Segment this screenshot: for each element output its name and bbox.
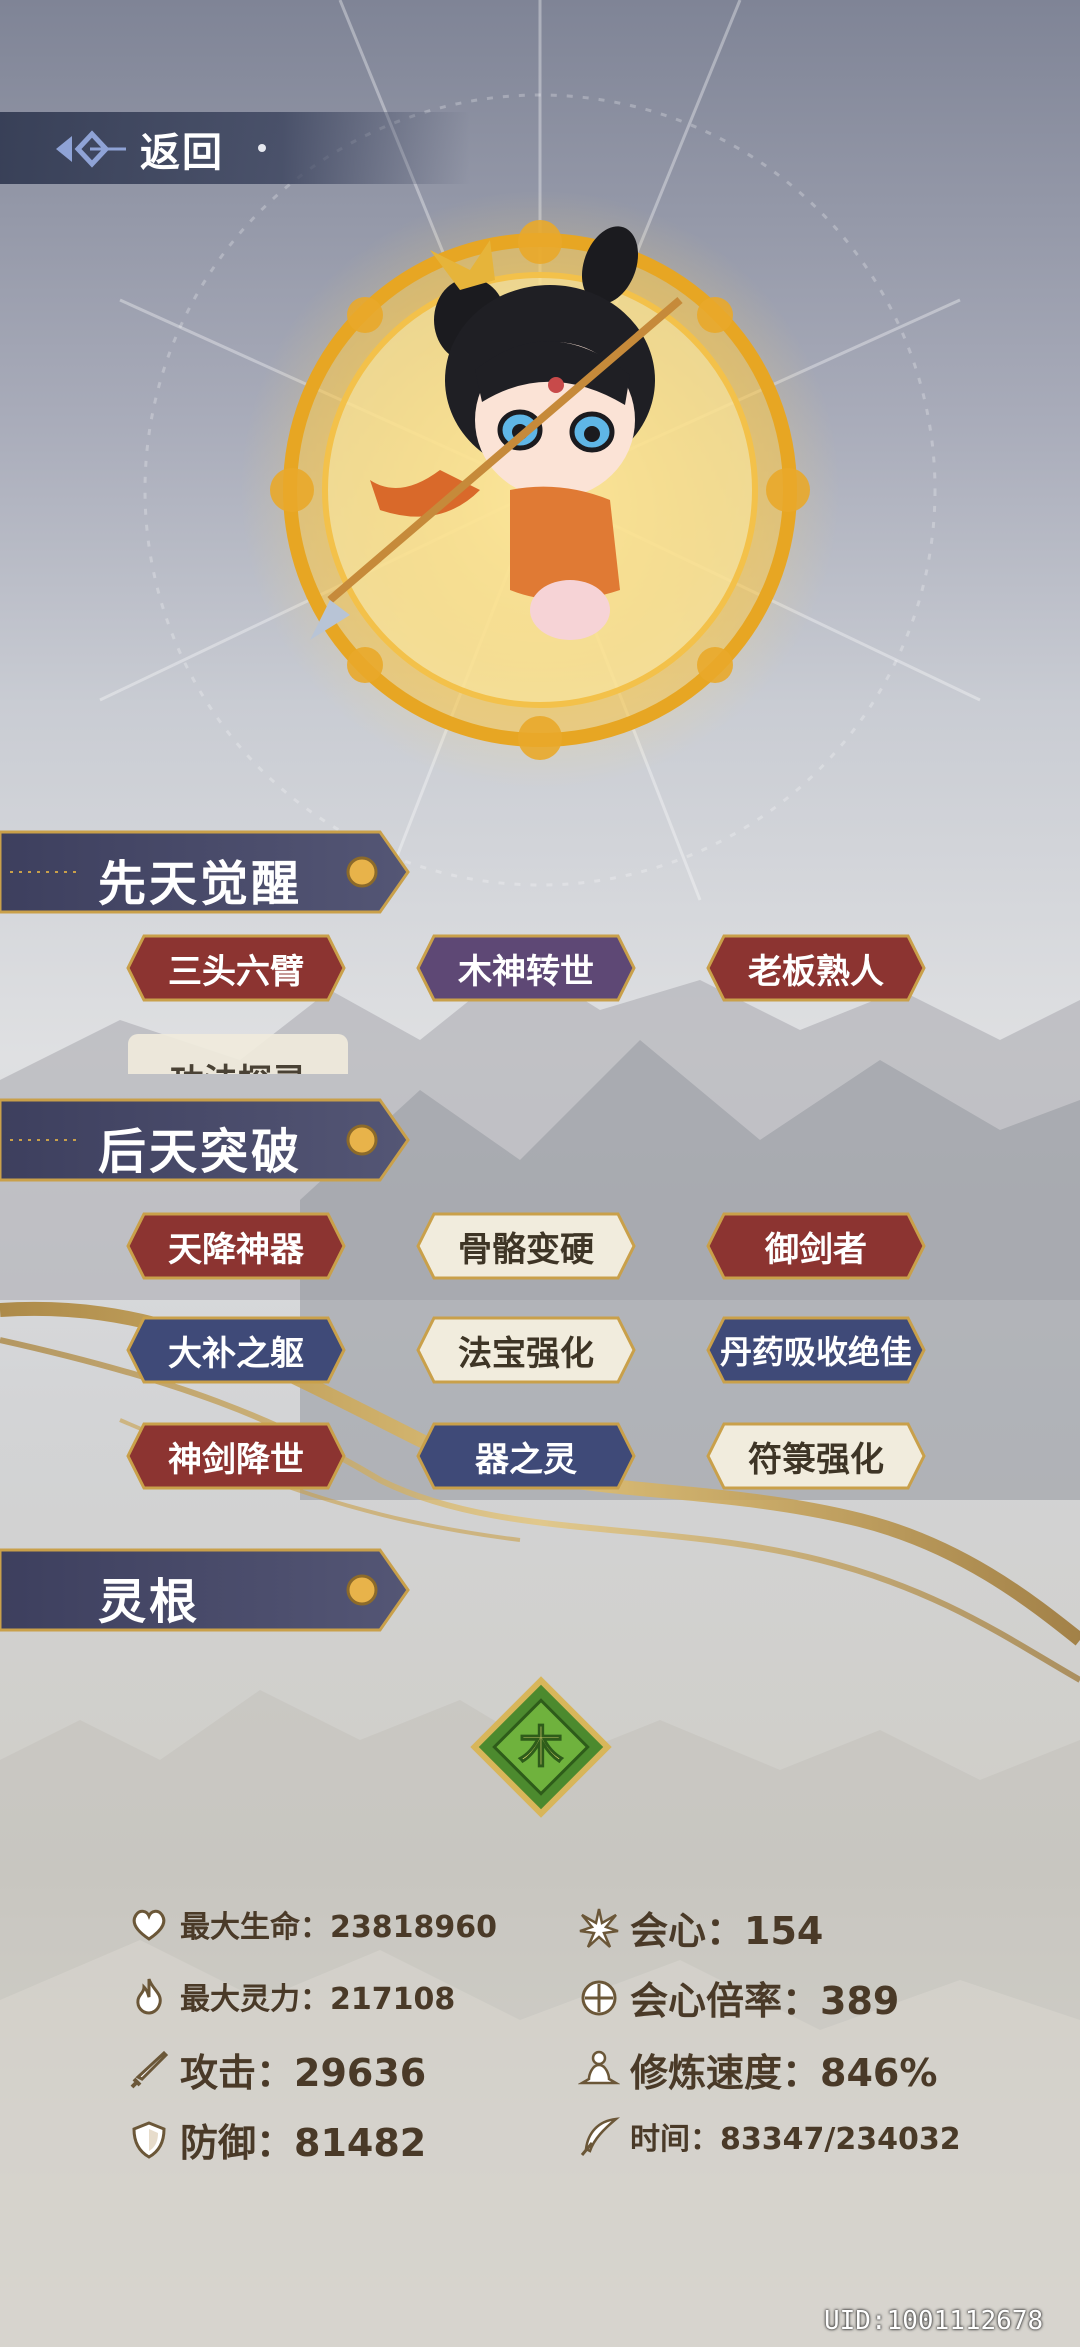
section-title: 后天突破 [98,1124,303,1180]
back-diamond-icon[interactable] [50,124,130,174]
feather-icon [580,2117,620,2156]
wood-element-badge[interactable]: 木 [470,1676,612,1818]
section-title: 先天觉醒 [98,856,303,912]
element-char: 木 [519,1722,563,1773]
shield-icon [132,2120,166,2159]
stat-crit-multiplier: 会心倍率：389 [578,1970,899,2025]
tag-label: 器之灵 [475,1439,577,1480]
tag-label: 三头六臂 [168,951,304,992]
section-banner-bg [0,1548,410,1632]
separator-dot [258,144,266,152]
tag-innate-2[interactable]: 木神转世 [410,932,642,1004]
stat-time: 时间：83347/234032 [578,2114,961,2158]
crit-rate-icon [581,1980,617,2015]
uid-label: UID:1001112678 [824,2306,1044,2336]
tag-label: 法宝强化 [458,1333,594,1374]
tag-acquired-2[interactable]: 骨骼变硬 [410,1210,642,1282]
flame-icon [136,1978,162,2015]
tag-acquired-5[interactable]: 法宝强化 [410,1314,642,1386]
sword-icon [130,2050,169,2088]
tag-acquired-7[interactable]: 神剑降世 [120,1420,352,1492]
tag-label: 神剑降世 [168,1439,304,1480]
tag-label: 老板熟人 [748,951,884,992]
tag-acquired-1[interactable]: 天降神器 [120,1210,352,1282]
stat-max-hp: 最大生命：23818960 [128,1902,497,1946]
stat-cultivation-speed: 修炼速度：846% [578,2042,937,2097]
tag-label: 御剑者 [765,1229,867,1270]
stat-attack: 攻击：29636 [128,2042,426,2097]
tag-label: 功法探灵 [128,1054,348,1074]
burst-icon [579,1908,619,1948]
tag-innate-1[interactable]: 三头六臂 [120,932,352,1004]
heart-icon [132,1909,166,1941]
section-header-spirit-root: 灵根 [0,1544,412,1636]
stat-max-mana: 最大灵力：217108 [128,1974,455,2018]
character-portrait [240,190,840,790]
tag-acquired-3[interactable]: 御剑者 [700,1210,932,1282]
tag-label: 木神转世 [458,951,594,992]
section-header-acquired: 后天突破 [0,1094,412,1186]
tag-acquired-9[interactable]: 符箓强化 [700,1420,932,1492]
tag-innate-4-partial[interactable]: 功法探灵 [128,1034,348,1074]
tag-label: 大补之躯 [168,1333,304,1374]
tag-label: 天降神器 [168,1229,304,1270]
stat-defense: 防御：81482 [128,2112,426,2167]
tag-acquired-4[interactable]: 大补之躯 [120,1314,352,1386]
tag-label: 符箓强化 [748,1439,884,1480]
tag-innate-3[interactable]: 老板熟人 [700,932,932,1004]
back-button[interactable]: 返回 [140,120,224,178]
tag-label: 丹药吸收绝佳 [719,1333,912,1371]
section-header-innate: 先天觉醒 [0,826,412,918]
section-title: 灵根 [98,1574,201,1630]
tag-acquired-8[interactable]: 器之灵 [410,1420,642,1492]
tag-acquired-6[interactable]: 丹药吸收绝佳 [700,1314,932,1386]
meditation-icon [578,2050,620,2084]
tag-label: 骨骼变硬 [458,1229,594,1270]
stat-crit: 会心：154 [578,1900,823,1955]
